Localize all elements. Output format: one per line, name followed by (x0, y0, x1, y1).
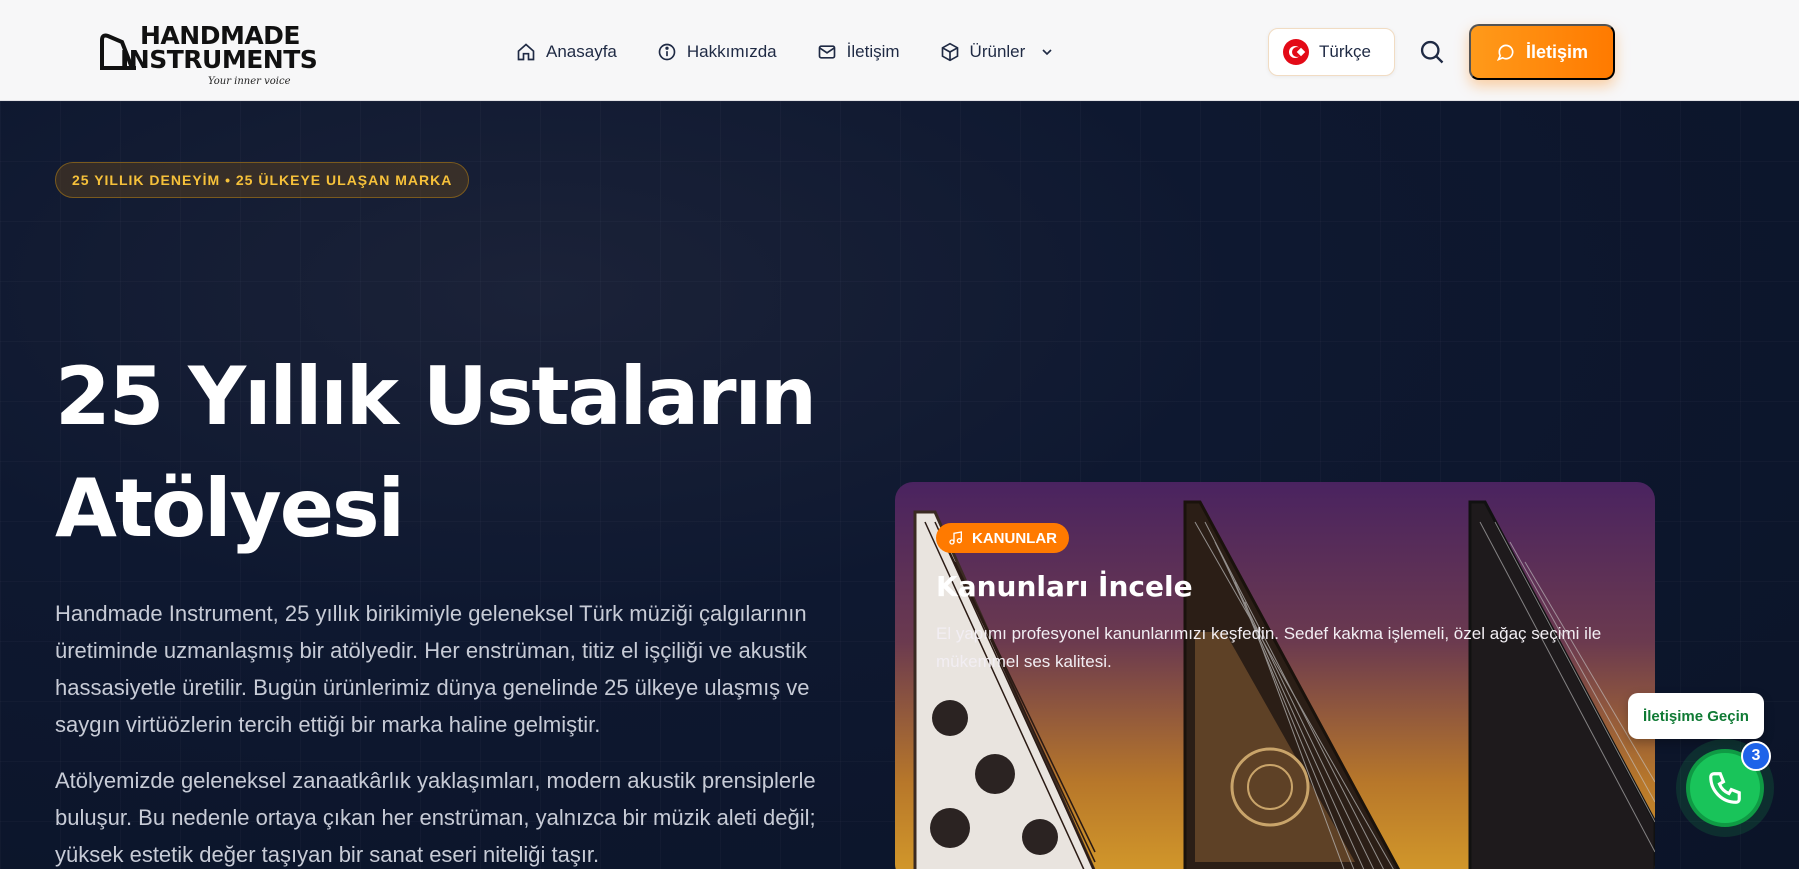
language-label: Türkçe (1319, 42, 1371, 61)
nav-item-urunler[interactable]: Ürünler (940, 38, 1056, 66)
hero-title-line1: 25 Yıllık Ustaların (55, 350, 817, 443)
box-icon (941, 42, 958, 62)
hero-paragraph-1: Handmade Instrument, 25 yıllık birikimiy… (55, 601, 810, 737)
nav-item-anasayfa[interactable]: Anasayfa (516, 38, 617, 66)
card-title[interactable]: Kanunları İncele (936, 570, 1193, 603)
search-icon[interactable] (1418, 38, 1446, 66)
mail-icon (818, 45, 835, 59)
brand-logo[interactable]: HANDMADE INSTRUMENTS Your inner voice (96, 23, 321, 94)
logo-line2: INSTRUMENTS (120, 45, 318, 74)
hero-title: 25 Yıllık Ustaların Atölyesi (55, 341, 817, 565)
card-category-badge: KANUNLAR (936, 523, 1069, 553)
logo-wordmark: HANDMADE INSTRUMENTS (96, 23, 318, 74)
info-icon (658, 43, 676, 61)
phone-icon (1709, 772, 1741, 804)
site-header: HANDMADE INSTRUMENTS Your inner voice An… (0, 0, 1799, 101)
experience-badge: 25 YILLIK DENEYİM • 25 ÜLKEYE ULAŞAN MAR… (55, 162, 470, 198)
nav-label: Ürünler (969, 42, 1026, 61)
home-icon (517, 43, 535, 61)
contact-tooltip[interactable]: İletişime Geçin (1628, 693, 1764, 739)
logo-tagline: Your inner voice (208, 76, 291, 87)
hero-title-line2: Atölyesi (55, 462, 405, 555)
card-badge-label: KANUNLAR (972, 529, 1057, 547)
chat-bubble-icon (1496, 44, 1514, 62)
music-note-icon (949, 531, 962, 545)
hero-paragraph-2: Atölyemizde geleneksel zanaatkârlık yakl… (55, 768, 816, 867)
main-nav: Anasayfa Hakkımızda İletişim Ürünler (516, 38, 1095, 66)
nav-label: İletişim (846, 42, 900, 61)
nav-item-hakkimizda[interactable]: Hakkımızda (657, 38, 777, 66)
language-selector[interactable]: Türkçe (1268, 28, 1395, 76)
nav-label: Hakkımızda (686, 42, 777, 61)
nav-item-iletisim[interactable]: İletişim (817, 38, 900, 66)
kanun-product-card[interactable]: KANUNLAR Kanunları İncele El yapımı prof… (895, 482, 1655, 869)
header-contact-label: İletişim (1525, 41, 1589, 62)
notification-count-badge: 3 (1741, 741, 1771, 771)
chevron-down-icon (1042, 49, 1052, 56)
header-contact-button[interactable]: İletişim (1469, 24, 1615, 80)
turkey-flag-icon (1283, 39, 1309, 65)
nav-label: Anasayfa (546, 42, 617, 61)
card-description: El yapımı profesyonel kanunlarımızı keşf… (936, 624, 1602, 671)
hero-section: 25 YILLIK DENEYİM • 25 ÜLKEYE ULAŞAN MAR… (0, 101, 1799, 869)
